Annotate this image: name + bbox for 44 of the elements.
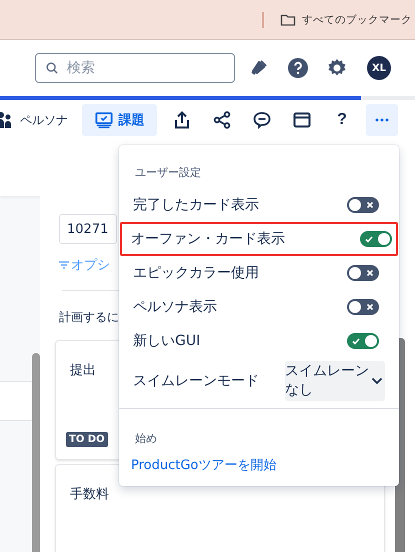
scrollbar[interactable] [32, 353, 40, 552]
toggle-switch[interactable] [347, 299, 379, 315]
share-icon [213, 111, 231, 129]
dropdown[interactable]: スイムレーンなし [285, 361, 385, 401]
toggle-switch[interactable] [347, 197, 379, 213]
toggle-switch[interactable] [360, 231, 392, 247]
card-title: 手数料 [70, 486, 109, 503]
monitor-icon [94, 111, 112, 129]
section-title: ユーザー設定 [134, 165, 202, 180]
status-badge: TO DO [66, 432, 108, 447]
chevron-down-icon [371, 377, 383, 385]
search-icon [45, 61, 59, 75]
cross-icon [365, 302, 375, 312]
setting-label: オーファン・カード表示 [131, 230, 285, 248]
tab[interactable]: 課題 [82, 104, 157, 136]
setting-label: ペルソナ表示 [133, 298, 217, 316]
cross-icon [365, 268, 375, 278]
toggle-switch[interactable] [347, 333, 379, 349]
filter-icon [59, 261, 69, 269]
search-input[interactable]: 検索 [67, 60, 217, 76]
user-avatar[interactable]: XL [367, 56, 391, 80]
section-title: 始め [134, 431, 158, 446]
setting-label: エピックカラー使用 [133, 264, 259, 282]
setting-label: スイムレーンモード [133, 372, 259, 390]
bookmarks-label[interactable]: すべてのブックマーク [302, 12, 412, 26]
setting-label: 新しいGUI [133, 332, 200, 350]
check-icon [364, 234, 374, 244]
plan-text: 計画するに [59, 309, 119, 326]
setting-label: 完了したカード表示 [133, 196, 259, 214]
check-icon [351, 336, 361, 346]
help-icon[interactable] [288, 58, 308, 78]
more-icon [375, 118, 389, 122]
people-icon [0, 111, 14, 129]
window-icon [293, 111, 311, 129]
settings-icon[interactable] [327, 58, 347, 78]
card-title: 提出 [70, 362, 96, 379]
tab[interactable]: ペルソナ [0, 104, 68, 136]
help-button[interactable]: ? [326, 104, 358, 136]
search-field[interactable]: 検索 [35, 53, 235, 83]
toggle-switch[interactable] [347, 265, 379, 281]
filter-field[interactable]: 10271 [59, 214, 117, 244]
upload-icon [173, 111, 191, 129]
comment-icon [253, 111, 271, 129]
cross-icon [365, 200, 375, 210]
